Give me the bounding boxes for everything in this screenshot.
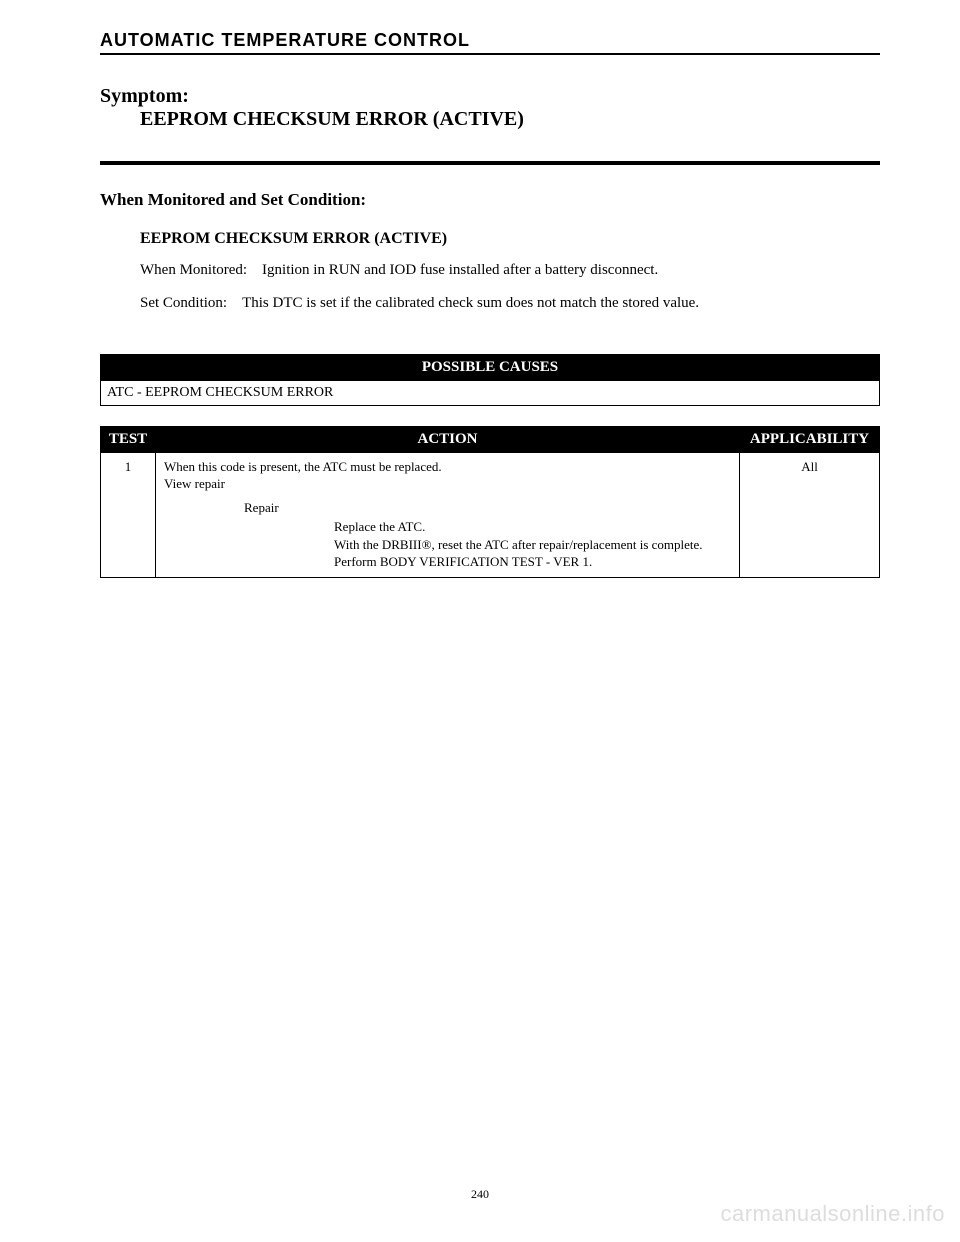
when-monitored-text: When Monitored: Ignition in RUN and IOD … [140, 260, 880, 281]
symptom-name: EEPROM CHECKSUM ERROR (ACTIVE) [140, 108, 880, 131]
possible-causes-table: POSSIBLE CAUSES ATC - EEPROM CHECKSUM ER… [100, 354, 880, 406]
test-number-cell: 1 [101, 453, 156, 578]
causes-header-cell: POSSIBLE CAUSES [101, 355, 880, 381]
action-line2: View repair [164, 476, 731, 492]
table-row: 1 When this code is present, the ATC mus… [101, 453, 880, 578]
set-condition-text: Set Condition: This DTC is set if the ca… [140, 293, 880, 314]
repair-step2: With the DRBIII®, reset the ATC after re… [334, 536, 731, 554]
repair-step1: Replace the ATC. [334, 518, 731, 536]
symptom-label: Symptom: [100, 85, 880, 108]
applicability-cell: All [740, 453, 880, 578]
section-divider [100, 161, 880, 165]
header-divider [100, 53, 880, 55]
test-action-table: TEST ACTION APPLICABILITY 1 When this co… [100, 426, 880, 578]
action-line1: When this code is present, the ATC must … [164, 459, 731, 475]
action-cell: When this code is present, the ATC must … [156, 453, 740, 578]
page-number: 240 [0, 1187, 960, 1202]
test-header-applicability: APPLICABILITY [740, 427, 880, 453]
section-title: AUTOMATIC TEMPERATURE CONTROL [100, 30, 880, 51]
causes-item: ATC - EEPROM CHECKSUM ERROR [101, 381, 880, 406]
test-header-test: TEST [101, 427, 156, 453]
repair-step3: Perform BODY VERIFICATION TEST - VER 1. [334, 553, 731, 571]
test-header-action: ACTION [156, 427, 740, 453]
condition-subheading: EEPROM CHECKSUM ERROR (ACTIVE) [140, 230, 880, 248]
repair-label: Repair [244, 500, 731, 516]
watermark: carmanualsonline.info [720, 1201, 945, 1227]
condition-heading: When Monitored and Set Condition: [100, 190, 880, 210]
